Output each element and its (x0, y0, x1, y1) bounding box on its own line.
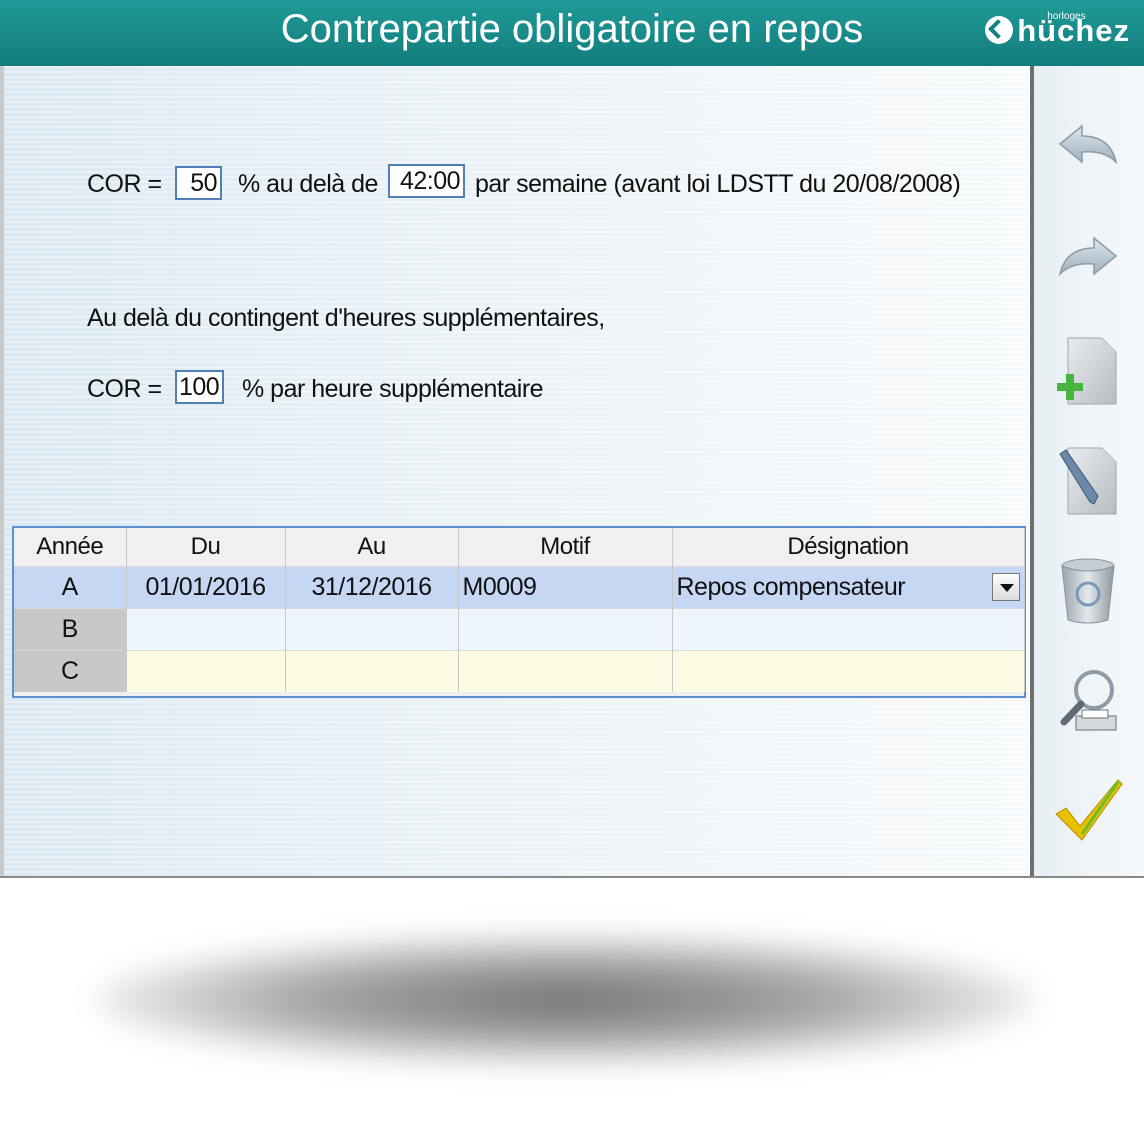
date-to-cell[interactable] (285, 608, 459, 651)
edit-document-icon[interactable] (1052, 444, 1124, 516)
row-header[interactable]: A (14, 566, 127, 609)
brand-logo: horloges hüchez (985, 10, 1130, 50)
date-to-cell[interactable]: 31/12/2016 (285, 566, 459, 609)
weekly-threshold-input[interactable] (388, 164, 465, 198)
column-header-designation[interactable]: Désignation (672, 528, 1025, 567)
column-header-to[interactable]: Au (285, 528, 459, 567)
date-from-cell[interactable] (126, 650, 286, 692)
main-window: COR = % au delà de par semaine (avant lo… (0, 66, 1144, 878)
recycle-bin-icon[interactable] (1052, 554, 1124, 626)
logo-mark-icon (985, 16, 1014, 44)
cor-overtime-percent-input[interactable] (175, 370, 224, 404)
table-row[interactable]: A 01/01/2016 31/12/2016 M0009 Repos comp… (14, 566, 1025, 609)
new-document-icon[interactable] (1052, 334, 1124, 406)
cor-label-2: COR = (87, 375, 162, 403)
table-row[interactable]: C (14, 650, 1025, 692)
designation-value: Repos compensateur (676, 573, 906, 601)
window-shadow (95, 935, 1035, 1065)
date-to-cell[interactable] (285, 650, 459, 692)
action-toolbar (1034, 66, 1144, 876)
logo-subtitle: horloges (1047, 11, 1086, 22)
date-from-cell[interactable] (126, 608, 286, 651)
page-title: Contrepartie obligatoire en repos (280, 7, 864, 51)
column-header-from[interactable]: Du (126, 528, 286, 567)
date-from-cell[interactable]: 01/01/2016 (126, 566, 286, 609)
column-header-motif[interactable]: Motif (458, 528, 673, 567)
dropdown-arrow-button[interactable] (991, 573, 1020, 601)
row-header[interactable]: C (14, 650, 127, 692)
row-header[interactable]: B (14, 608, 127, 651)
period-grid: Année Du Au Motif Désignation A 01/01/20… (12, 526, 1026, 698)
designation-cell[interactable]: Repos compensateur (672, 566, 1025, 609)
undo-arrow-icon[interactable] (1052, 114, 1124, 186)
table-row[interactable]: B (14, 608, 1025, 651)
motif-cell[interactable] (458, 650, 673, 692)
logo-text: horloges hüchez (1017, 12, 1130, 50)
cor-label-1: COR = (87, 170, 162, 198)
motif-cell[interactable]: M0009 (458, 566, 673, 609)
beyond-label: % au delà de (238, 170, 378, 198)
motif-cell[interactable] (458, 608, 673, 651)
title-bar: Contrepartie obligatoire en repos horlog… (0, 0, 1144, 66)
settings-form: COR = % au delà de par semaine (avant lo… (0, 66, 1030, 876)
redo-arrow-icon[interactable] (1052, 226, 1124, 298)
validate-check-icon[interactable] (1052, 774, 1124, 846)
per-week-label: par semaine (avant loi LDSTT du 20/08/20… (475, 170, 961, 198)
per-overtime-hour-label: % par heure supplémentaire (242, 375, 544, 403)
print-preview-icon[interactable] (1052, 664, 1124, 736)
cor-percent-input[interactable] (175, 166, 222, 200)
designation-cell[interactable] (672, 650, 1025, 692)
designation-cell[interactable] (672, 608, 1025, 651)
column-header-year[interactable]: Année (14, 528, 127, 567)
overtime-quota-note: Au delà du contingent d'heures supplémen… (87, 304, 605, 332)
